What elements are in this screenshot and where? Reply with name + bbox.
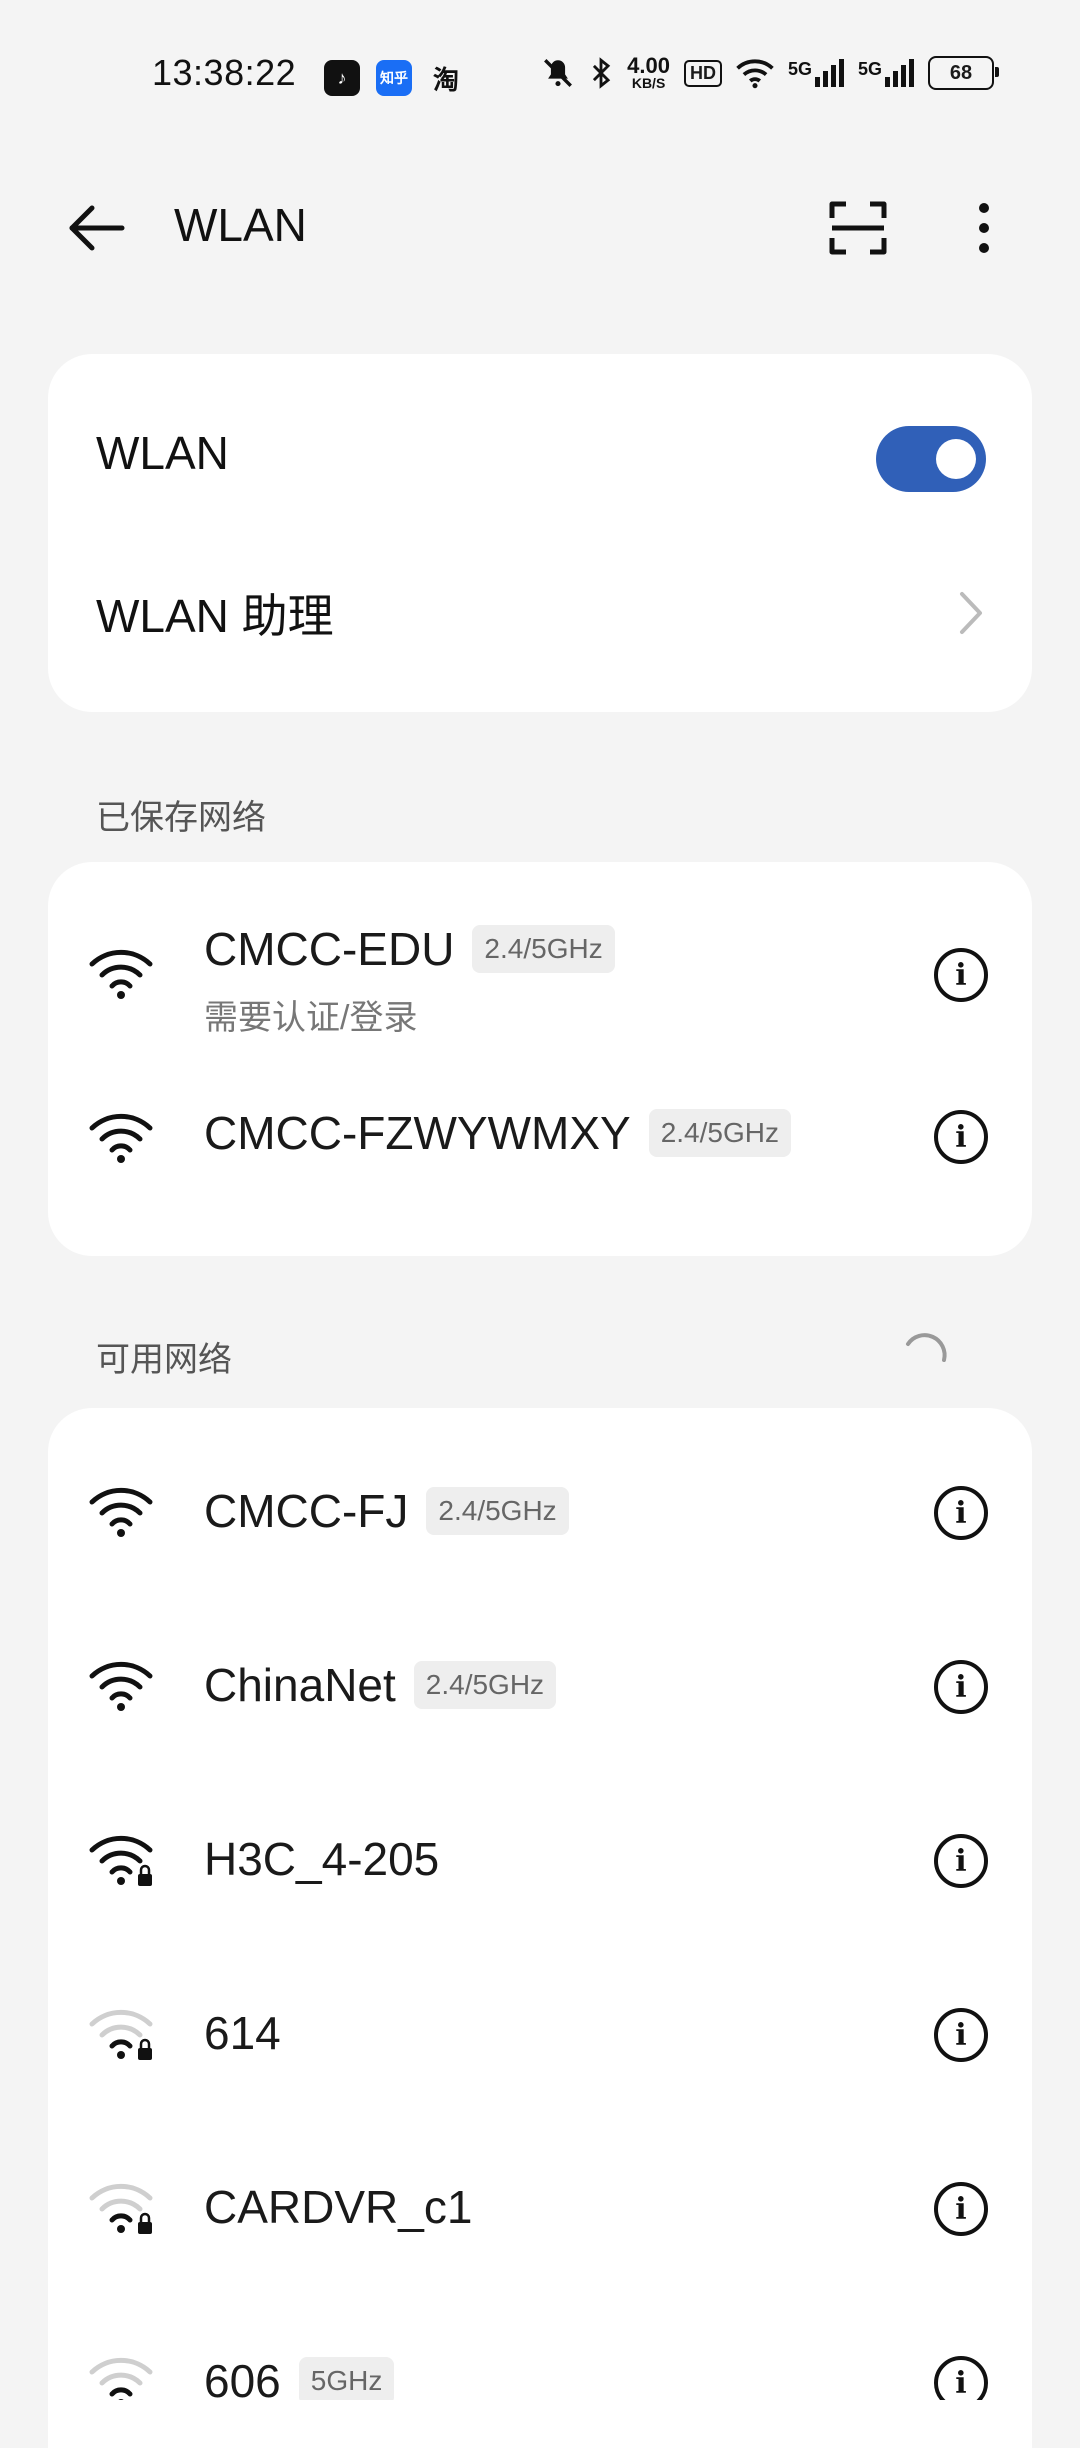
network-info-button[interactable]: i [934, 1486, 988, 1540]
network-name: ChinaNet 2.4/5GHz [204, 1658, 557, 1713]
available-networks-title: 可用网络 [96, 1341, 232, 1379]
scan-button[interactable] [826, 196, 890, 260]
wlan-switch[interactable] [876, 426, 986, 492]
saved-networks-title: 已保存网络 [96, 799, 266, 837]
network-name: CMCC-EDU 2.4/5GHz [204, 922, 615, 977]
switch-knob [936, 439, 976, 479]
available-network-item[interactable]: CMCC-FJ 2.4/5GHz i [48, 1438, 1032, 1588]
network-info-button[interactable]: i [934, 1834, 988, 1888]
network-name: CARDVR_c1 [204, 2181, 473, 2233]
more-button[interactable] [956, 196, 1012, 260]
taobao-icon: 淘 [432, 64, 459, 95]
net-speed: 4.00 KB/S [627, 53, 670, 91]
wifi-signal-full-icon [89, 1113, 153, 1163]
band-badge: 2.4/5GHz [426, 1486, 569, 1535]
signal-sim2-icon: 5G [858, 59, 914, 87]
band-badge: 2.4/5GHz [648, 1108, 791, 1157]
network-name: H3C_4-205 [204, 1833, 440, 1885]
wifi-signal-full-icon [89, 1661, 153, 1711]
available-network-item[interactable]: ChinaNet 2.4/5GHz i [48, 1612, 1032, 1762]
hd-voice-icon: HD [683, 59, 722, 87]
wlan-toggle-row[interactable]: WLAN [48, 404, 1032, 514]
back-button[interactable] [64, 196, 128, 260]
back-arrow-icon [69, 205, 125, 251]
status-time: 13:38:22 [152, 52, 297, 93]
wifi-signal-full-icon [89, 949, 153, 999]
band-badge: 2.4/5GHz [413, 1660, 557, 1709]
network-info-button[interactable]: i [934, 2356, 988, 2400]
more-vertical-icon [979, 203, 989, 253]
available-networks-card: CMCC-FJ 2.4/5GHz i ChinaNet 2.4/5GHz i H3C… [48, 1408, 1032, 2448]
saved-network-item[interactable]: CMCC-EDU 2.4/5GHz 需要认证/登录 i [48, 902, 1032, 1052]
signal-sim1-icon: 5G [788, 59, 844, 87]
network-info-button[interactable]: i [934, 2182, 988, 2236]
available-network-item[interactable]: 614 i [48, 1960, 1032, 2110]
available-network-item[interactable]: 606 5GHz i [48, 2308, 1032, 2400]
network-info-button[interactable]: i [934, 1110, 988, 1164]
mute-bell-icon [544, 59, 573, 87]
saved-network-item[interactable]: CMCC-FZWYWMXY 2.4/5GHz i [48, 1076, 1032, 1196]
network-name: 606 5GHz [204, 2354, 395, 2400]
saved-networks-card: CMCC-EDU 2.4/5GHz 需要认证/登录 i CMCC-FZWYWMXY… [48, 862, 1032, 1256]
network-status: 需要认证/登录 [204, 999, 418, 1037]
wlan-settings-card: WLAN WLAN 助理 [48, 354, 1032, 712]
wifi-signal-full-icon [89, 1487, 153, 1537]
wifi-status-icon [736, 59, 774, 89]
scan-icon [829, 201, 887, 255]
wlan-toggle-label: WLAN [96, 427, 229, 479]
available-network-item[interactable]: H3C_4-205 i [48, 1786, 1032, 1936]
available-network-item[interactable]: CARDVR_c1 i [48, 2134, 1032, 2284]
network-info-button[interactable]: i [934, 2008, 988, 2062]
chevron-right-icon [960, 592, 982, 634]
wifi-signal-weak-locked-icon [89, 2009, 153, 2060]
battery-icon: 68 [928, 56, 999, 90]
network-name: 614 [204, 2007, 281, 2059]
network-name: CMCC-FZWYWMXY 2.4/5GHz [204, 1106, 791, 1161]
wifi-signal-locked-icon [89, 1835, 153, 1886]
wlan-assistant-row[interactable]: WLAN 助理 [48, 558, 1032, 668]
network-name: CMCC-FJ 2.4/5GHz [204, 1484, 569, 1539]
bluetooth-icon [593, 57, 611, 89]
network-info-button[interactable]: i [934, 948, 988, 1002]
zhihu-icon: 知乎 [376, 60, 412, 96]
wlan-assistant-label: WLAN 助理 [96, 590, 334, 642]
wifi-signal-weak-locked-icon [89, 2357, 153, 2400]
network-info-button[interactable]: i [934, 1660, 988, 1714]
wifi-signal-weak-locked-icon [89, 2183, 153, 2234]
page-title: WLAN [174, 199, 307, 251]
band-badge: 2.4/5GHz [472, 924, 615, 973]
status-icons: 4.00 KB/S HD 5G 5G 68 [541, 53, 999, 91]
band-badge: 5GHz [298, 2356, 395, 2400]
loading-spinner-icon [906, 1333, 947, 1362]
tiktok-icon: ♪ [324, 60, 360, 96]
